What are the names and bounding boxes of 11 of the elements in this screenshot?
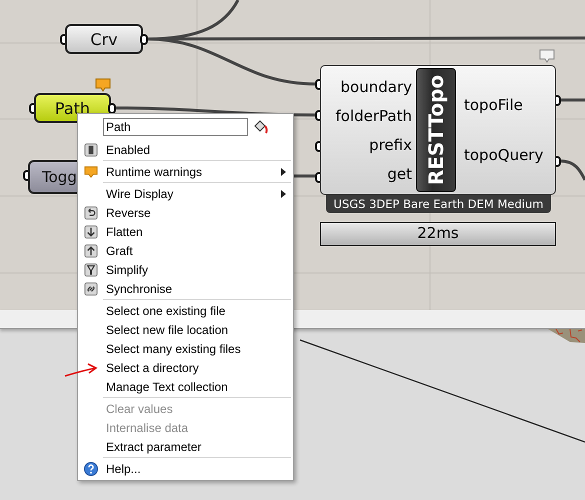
input-label: folderPath (336, 106, 412, 124)
profiler-label: 22ms (320, 222, 556, 246)
menu-item: Clear values (105, 402, 174, 416)
input-label: boundary (340, 78, 412, 96)
input-label: prefix (369, 136, 412, 154)
component-title-bar: RESTTopo (416, 68, 456, 192)
input-label: get (387, 164, 412, 182)
menu-item: Internalise data (105, 420, 190, 434)
output-label: topoQuery (464, 146, 544, 164)
component-message: USGS 3DEP Bare Earth DEM Medium (326, 195, 551, 213)
output-label: topoFile (464, 96, 524, 114)
